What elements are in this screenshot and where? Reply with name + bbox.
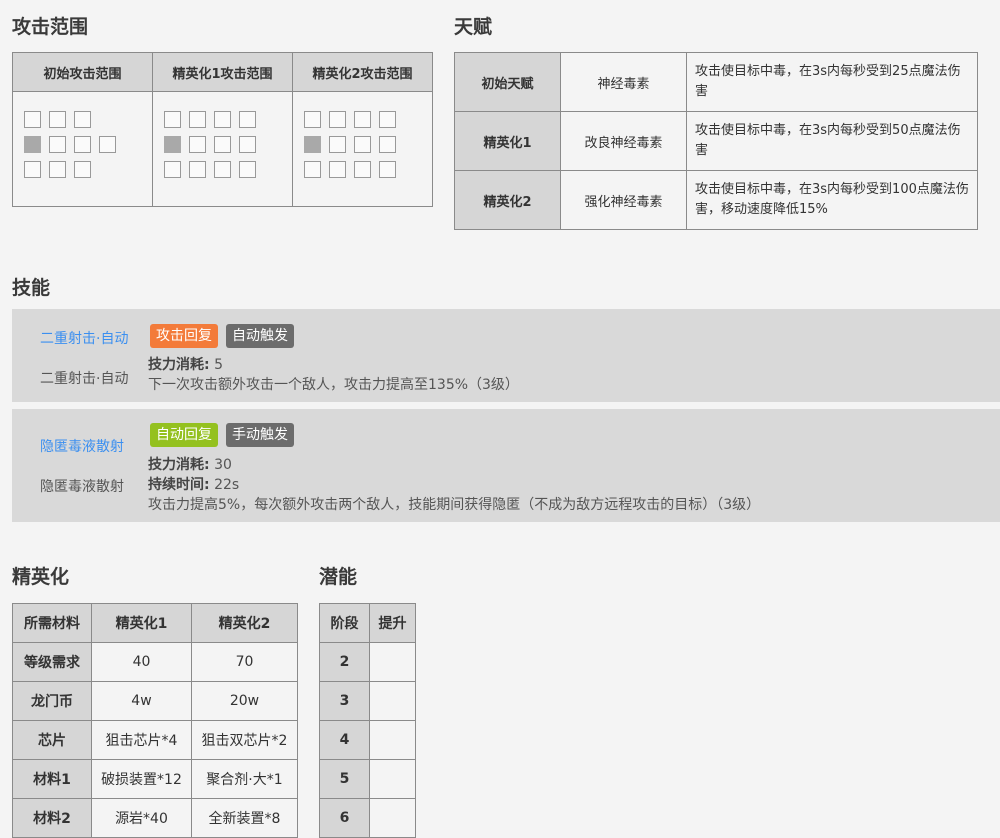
range-grid-elite2 bbox=[292, 91, 433, 207]
potential-stage: 4 bbox=[319, 720, 370, 760]
range-grid-initial bbox=[12, 91, 153, 207]
table-row: 3 bbox=[319, 681, 416, 721]
table-row: 4 bbox=[319, 720, 416, 760]
skill-cost-line: 技力消耗: 5 bbox=[148, 354, 223, 374]
table-row: 芯片 狙击芯片*4 狙击双芯片*2 bbox=[12, 720, 299, 760]
talent-desc: 攻击使目标中毒，在3s内每秒受到25点魔法伤害 bbox=[686, 52, 978, 112]
elite-table: 所需材料 精英化1 精英化2 等级需求 40 70 龙门币 4w 20w 芯片 … bbox=[12, 603, 299, 838]
skill-desc: 攻击力提高5%，每次额外攻击两个敌人，技能期间获得隐匿（不成为敌方远程攻击的目标… bbox=[148, 497, 761, 513]
potential-header-boost: 提升 bbox=[369, 603, 416, 643]
potential-stage: 5 bbox=[319, 759, 370, 799]
potential-boost bbox=[369, 681, 416, 721]
skill-name-link[interactable]: 二重射击·自动 bbox=[40, 328, 128, 348]
range-header-initial: 初始攻击范围 bbox=[12, 52, 153, 92]
talent-name: 神经毒素 bbox=[560, 52, 687, 112]
table-row: 5 bbox=[319, 759, 416, 799]
talent-name: 改良神经毒素 bbox=[560, 111, 687, 171]
skill-card-2: 隐匿毒液散射 隐匿毒液散射 自动回复 手动触发 技力消耗: 30 持续时间: 2… bbox=[12, 409, 1000, 522]
potential-header-stage: 阶段 bbox=[319, 603, 370, 643]
elite-cell: 狙击双芯片*2 bbox=[190, 720, 299, 760]
skill-cost-line: 技力消耗: 30 bbox=[148, 454, 232, 474]
range-header-elite2: 精英化2攻击范围 bbox=[292, 52, 433, 92]
elite-cell: 狙击芯片*4 bbox=[91, 720, 192, 760]
skill-duration-line: 持续时间: 22s bbox=[148, 474, 239, 494]
table-row: 龙门币 4w 20w bbox=[12, 681, 299, 721]
potential-section-title: 潜能 bbox=[319, 566, 358, 588]
elite-cell: 聚合剂·大*1 bbox=[190, 759, 299, 799]
table-row: 等级需求 40 70 bbox=[12, 642, 299, 682]
elite-row-label: 芯片 bbox=[12, 720, 92, 760]
talent-level: 精英化2 bbox=[454, 170, 561, 230]
skill-cost-label: 技力消耗: bbox=[148, 457, 210, 473]
talent-level: 初始天赋 bbox=[454, 52, 561, 112]
potential-boost bbox=[369, 720, 416, 760]
skill-name: 二重射击·自动 bbox=[40, 371, 129, 387]
trigger-badge: 自动触发 bbox=[226, 324, 294, 348]
table-row: 2 bbox=[319, 642, 416, 682]
elite-cell: 20w bbox=[190, 681, 299, 721]
skill-duration-label: 持续时间: bbox=[148, 477, 210, 493]
elite-cell: 40 bbox=[91, 642, 192, 682]
talent-row: 精英化2 强化神经毒素 攻击使目标中毒，在3s内每秒受到100点魔法伤害，移动速… bbox=[454, 170, 978, 230]
elite-row-label: 龙门币 bbox=[12, 681, 92, 721]
potential-boost bbox=[369, 759, 416, 799]
talent-section-title: 天赋 bbox=[454, 16, 493, 38]
elite-cell: 4w bbox=[91, 681, 192, 721]
elite-cell: 破损装置*12 bbox=[91, 759, 192, 799]
skill-desc: 下一次攻击额外攻击一个敌人，攻击力提高至135%（3级） bbox=[148, 377, 519, 393]
range-section-title: 攻击范围 bbox=[12, 16, 89, 38]
table-row: 材料2 源岩*40 全新装置*8 bbox=[12, 798, 299, 838]
range-header-elite1: 精英化1攻击范围 bbox=[152, 52, 293, 92]
talent-desc: 攻击使目标中毒，在3s内每秒受到100点魔法伤害，移动速度降低15% bbox=[686, 170, 978, 230]
recovery-badge: 自动回复 bbox=[150, 423, 218, 447]
range-table: 初始攻击范围 精英化1攻击范围 精英化2攻击范围 bbox=[12, 52, 433, 207]
potential-stage: 3 bbox=[319, 681, 370, 721]
talent-name: 强化神经毒素 bbox=[560, 170, 687, 230]
elite-cell: 源岩*40 bbox=[91, 798, 192, 838]
trigger-badge: 手动触发 bbox=[226, 423, 294, 447]
potential-stage: 2 bbox=[319, 642, 370, 682]
elite-header-elite2: 精英化2 bbox=[190, 603, 299, 643]
elite-section-title: 精英化 bbox=[12, 566, 70, 588]
elite-row-label: 材料2 bbox=[12, 798, 92, 838]
table-row: 6 bbox=[319, 798, 416, 838]
skill-card-1: 二重射击·自动 二重射击·自动 攻击回复 自动触发 技力消耗: 5 下一次攻击额… bbox=[12, 309, 1000, 402]
potential-boost bbox=[369, 642, 416, 682]
range-grid-elite1 bbox=[152, 91, 293, 207]
elite-row-label: 等级需求 bbox=[12, 642, 92, 682]
skills-section-title: 技能 bbox=[12, 277, 51, 299]
potential-stage: 6 bbox=[319, 798, 370, 838]
elite-header-materials: 所需材料 bbox=[12, 603, 92, 643]
elite-row-label: 材料1 bbox=[12, 759, 92, 799]
skill-name: 隐匿毒液散射 bbox=[40, 479, 124, 495]
skill-duration-value: 22s bbox=[214, 477, 240, 493]
talent-level: 精英化1 bbox=[454, 111, 561, 171]
skill-cost-value: 30 bbox=[214, 457, 232, 473]
talent-row: 初始天赋 神经毒素 攻击使目标中毒，在3s内每秒受到25点魔法伤害 bbox=[454, 52, 978, 112]
skill-cost-label: 技力消耗: bbox=[148, 357, 210, 373]
skill-cost-value: 5 bbox=[214, 357, 223, 373]
talent-desc: 攻击使目标中毒，在3s内每秒受到50点魔法伤害 bbox=[686, 111, 978, 171]
talent-row: 精英化1 改良神经毒素 攻击使目标中毒，在3s内每秒受到50点魔法伤害 bbox=[454, 111, 978, 171]
elite-cell: 70 bbox=[190, 642, 299, 682]
elite-header-elite1: 精英化1 bbox=[91, 603, 192, 643]
recovery-badge: 攻击回复 bbox=[150, 324, 218, 348]
potential-boost bbox=[369, 798, 416, 838]
elite-cell: 全新装置*8 bbox=[190, 798, 299, 838]
talent-table: 初始天赋 神经毒素 攻击使目标中毒，在3s内每秒受到25点魔法伤害 精英化1 改… bbox=[454, 52, 978, 230]
potential-table: 阶段 提升 2 3 4 5 6 bbox=[319, 603, 416, 838]
skill-name-link[interactable]: 隐匿毒液散射 bbox=[40, 436, 124, 456]
table-row: 材料1 破损装置*12 聚合剂·大*1 bbox=[12, 759, 299, 799]
